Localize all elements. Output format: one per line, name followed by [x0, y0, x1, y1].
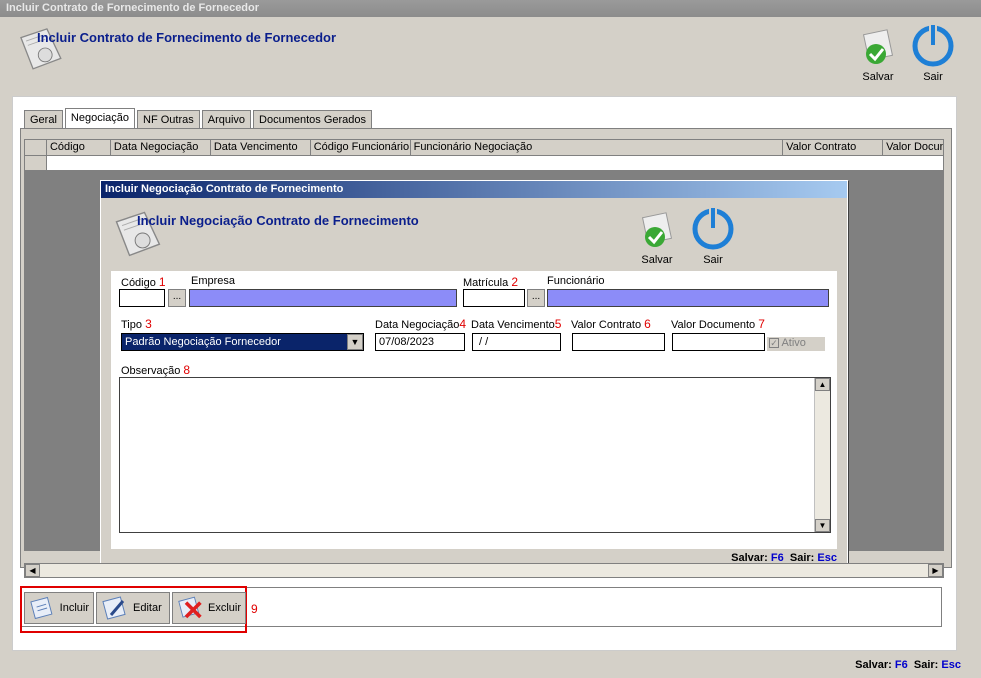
data-negociacao-label: Data Negociação4: [375, 317, 467, 331]
save-button[interactable]: Salvar: [856, 28, 900, 83]
empresa-label: Empresa: [191, 275, 236, 287]
funcionario-label: Funcionário: [547, 275, 605, 287]
valor-contrato-input[interactable]: [572, 333, 665, 351]
matricula-lookup-button[interactable]: ...: [527, 289, 545, 307]
annotation-number-9: 9: [251, 602, 258, 616]
scroll-right-icon[interactable]: ▶: [928, 564, 943, 577]
footer-hotkeys: Salvar: F6 Sair: Esc: [855, 659, 961, 671]
tab-documentos-gerados[interactable]: Documentos Gerados: [253, 110, 373, 129]
grid-col-data-vencimento[interactable]: Data Vencimento: [211, 140, 311, 155]
grid-col-funcionario-negociacao[interactable]: Funcionário Negociação: [411, 140, 784, 155]
tab-strip: Geral Negociação NF Outras Arquivo Docum…: [24, 108, 374, 129]
grid-col-codigo-funcionario[interactable]: Código Funcionário: [311, 140, 411, 155]
tipo-select[interactable]: Padrão Negociação Fornecedor ▼: [121, 333, 364, 351]
grid-horizontal-scrollbar[interactable]: ◀ ▶: [24, 563, 944, 578]
grid-header: Código Data Negociação Data Vencimento C…: [25, 140, 943, 156]
dialog-form: Código 1 ... Empresa Matrícula 2 ... Fun…: [111, 271, 837, 549]
negotiation-dialog: Incluir Negociação Contrato de Fornecime…: [100, 180, 848, 568]
tab-nf-outras[interactable]: NF Outras: [137, 110, 200, 129]
tab-geral[interactable]: Geral: [24, 110, 63, 129]
bottom-actions: Incluir Editar Excluir: [24, 592, 246, 624]
grid-col-data-negociacao[interactable]: Data Negociação: [111, 140, 211, 155]
empresa-field: [189, 289, 457, 307]
tipo-label: Tipo 3: [121, 317, 152, 331]
grid-col-indicator: [25, 140, 47, 155]
scroll-up-icon[interactable]: ▲: [815, 378, 830, 391]
observacao-scrollbar[interactable]: ▲ ▼: [814, 378, 830, 532]
checkbox-icon: ✓: [769, 338, 779, 348]
excluir-button[interactable]: Excluir: [172, 592, 246, 624]
valor-documento-label: Valor Documento 7: [671, 317, 765, 331]
valor-documento-input[interactable]: [672, 333, 765, 351]
data-vencimento-label: Data Vencimento5: [471, 317, 562, 331]
data-negociacao-input[interactable]: [375, 333, 465, 351]
matricula-label: Matrícula 2: [463, 275, 518, 289]
save-icon: [862, 29, 894, 64]
matricula-input[interactable]: [463, 289, 525, 307]
power-icon: [692, 206, 734, 250]
funcionario-field: [547, 289, 829, 307]
scroll-down-icon[interactable]: ▼: [815, 519, 830, 532]
add-document-icon: [30, 596, 53, 620]
negotiations-grid[interactable]: Código Data Negociação Data Vencimento C…: [24, 139, 944, 171]
tab-arquivo[interactable]: Arquivo: [201, 110, 252, 129]
editar-button[interactable]: Editar: [96, 592, 170, 624]
grid-col-valor-documento[interactable]: Valor Docum: [883, 140, 943, 155]
edit-document-icon: [102, 596, 126, 620]
dialog-heading: Incluir Negociação Contrato de Fornecime…: [137, 213, 419, 228]
valor-contrato-label: Valor Contrato 6: [571, 317, 651, 331]
grid-col-valor-contrato[interactable]: Valor Contrato: [783, 140, 884, 155]
observacao-label: Observação 8: [121, 363, 191, 377]
save-icon: [641, 212, 673, 247]
power-icon: [912, 23, 954, 67]
window-titlebar: Incluir Contrato de Fornecimento de Forn…: [0, 0, 981, 17]
ativo-checkbox[interactable]: ✓ Ativo: [767, 337, 825, 351]
incluir-button[interactable]: Incluir: [24, 592, 94, 624]
codigo-input[interactable]: [119, 289, 165, 307]
grid-col-codigo[interactable]: Código: [47, 140, 111, 155]
delete-document-icon: [178, 596, 202, 619]
scroll-left-icon[interactable]: ◀: [25, 564, 40, 577]
tab-negociacao[interactable]: Negociação: [64, 108, 135, 129]
observacao-textarea[interactable]: ▲ ▼: [119, 377, 831, 533]
data-vencimento-input[interactable]: [472, 333, 561, 351]
chevron-down-icon[interactable]: ▼: [347, 334, 363, 350]
table-row[interactable]: [25, 156, 943, 170]
codigo-lookup-button[interactable]: ...: [168, 289, 186, 307]
page-title: Incluir Contrato de Fornecimento de Forn…: [37, 30, 337, 45]
exit-button[interactable]: Sair: [910, 23, 956, 83]
codigo-label: Código 1: [121, 275, 166, 289]
dialog-titlebar: Incluir Negociação Contrato de Fornecime…: [101, 181, 847, 198]
dialog-exit-button[interactable]: Sair: [689, 206, 737, 266]
dialog-save-button[interactable]: Salvar: [635, 211, 679, 266]
